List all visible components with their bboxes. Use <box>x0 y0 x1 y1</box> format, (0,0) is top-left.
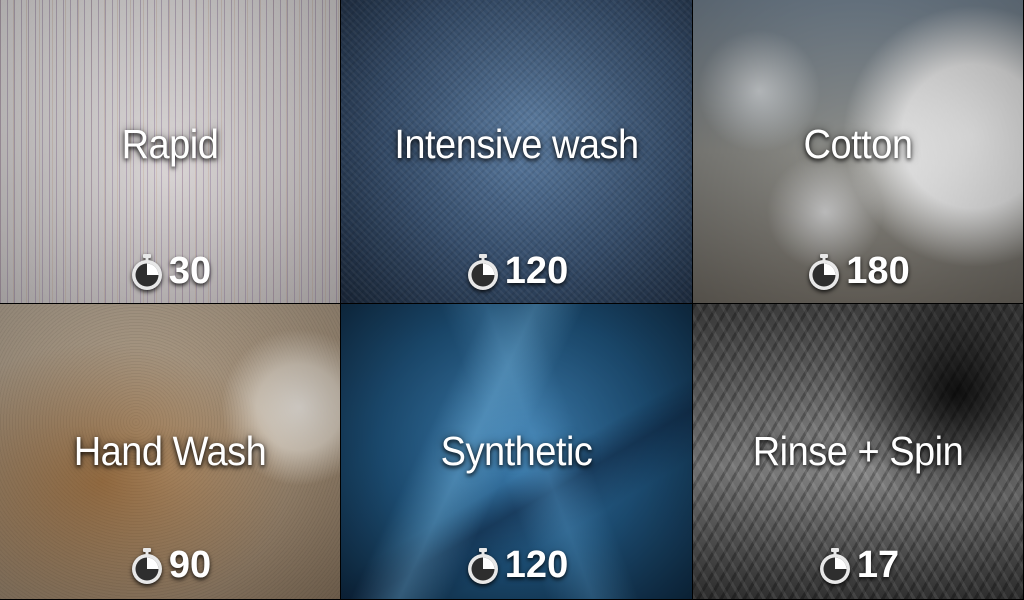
timer-icon <box>806 253 842 291</box>
program-tile-cotton[interactable]: Cotton 180 <box>693 0 1024 304</box>
duration-value: 120 <box>504 544 569 586</box>
duration-value: 17 <box>856 544 900 586</box>
program-name: Intensive wash <box>394 122 639 168</box>
duration-value: 180 <box>846 250 910 292</box>
program-grid: Rapid 30 Intensive wash 120 Cotton 180 H… <box>0 0 1024 600</box>
program-name: Rinse + Spin <box>752 429 964 475</box>
program-duration: 120 <box>341 544 692 587</box>
program-duration: 17 <box>693 544 1023 587</box>
program-tile-hand-wash[interactable]: Hand Wash 90 <box>0 304 341 600</box>
program-duration: 90 <box>0 544 340 587</box>
program-tile-intensive-wash[interactable]: Intensive wash 120 <box>341 0 693 304</box>
program-tile-synthetic[interactable]: Synthetic 120 <box>341 304 693 600</box>
timer-icon <box>465 253 501 291</box>
timer-icon <box>817 547 853 585</box>
timer-icon <box>129 253 165 291</box>
program-name: Rapid <box>121 122 219 168</box>
duration-value: 30 <box>168 250 212 292</box>
program-name: Hand Wash <box>73 429 267 475</box>
timer-icon <box>129 547 165 585</box>
duration-value: 90 <box>168 544 212 586</box>
program-tile-rinse-spin[interactable]: Rinse + Spin 17 <box>693 304 1024 600</box>
program-tile-rapid[interactable]: Rapid 30 <box>0 0 341 304</box>
duration-value: 120 <box>504 250 569 292</box>
program-duration: 120 <box>341 250 692 293</box>
program-duration: 180 <box>693 250 1023 293</box>
program-name: Cotton <box>803 122 913 168</box>
timer-icon <box>465 547 501 585</box>
program-duration: 30 <box>0 250 340 293</box>
program-name: Synthetic <box>440 429 593 475</box>
